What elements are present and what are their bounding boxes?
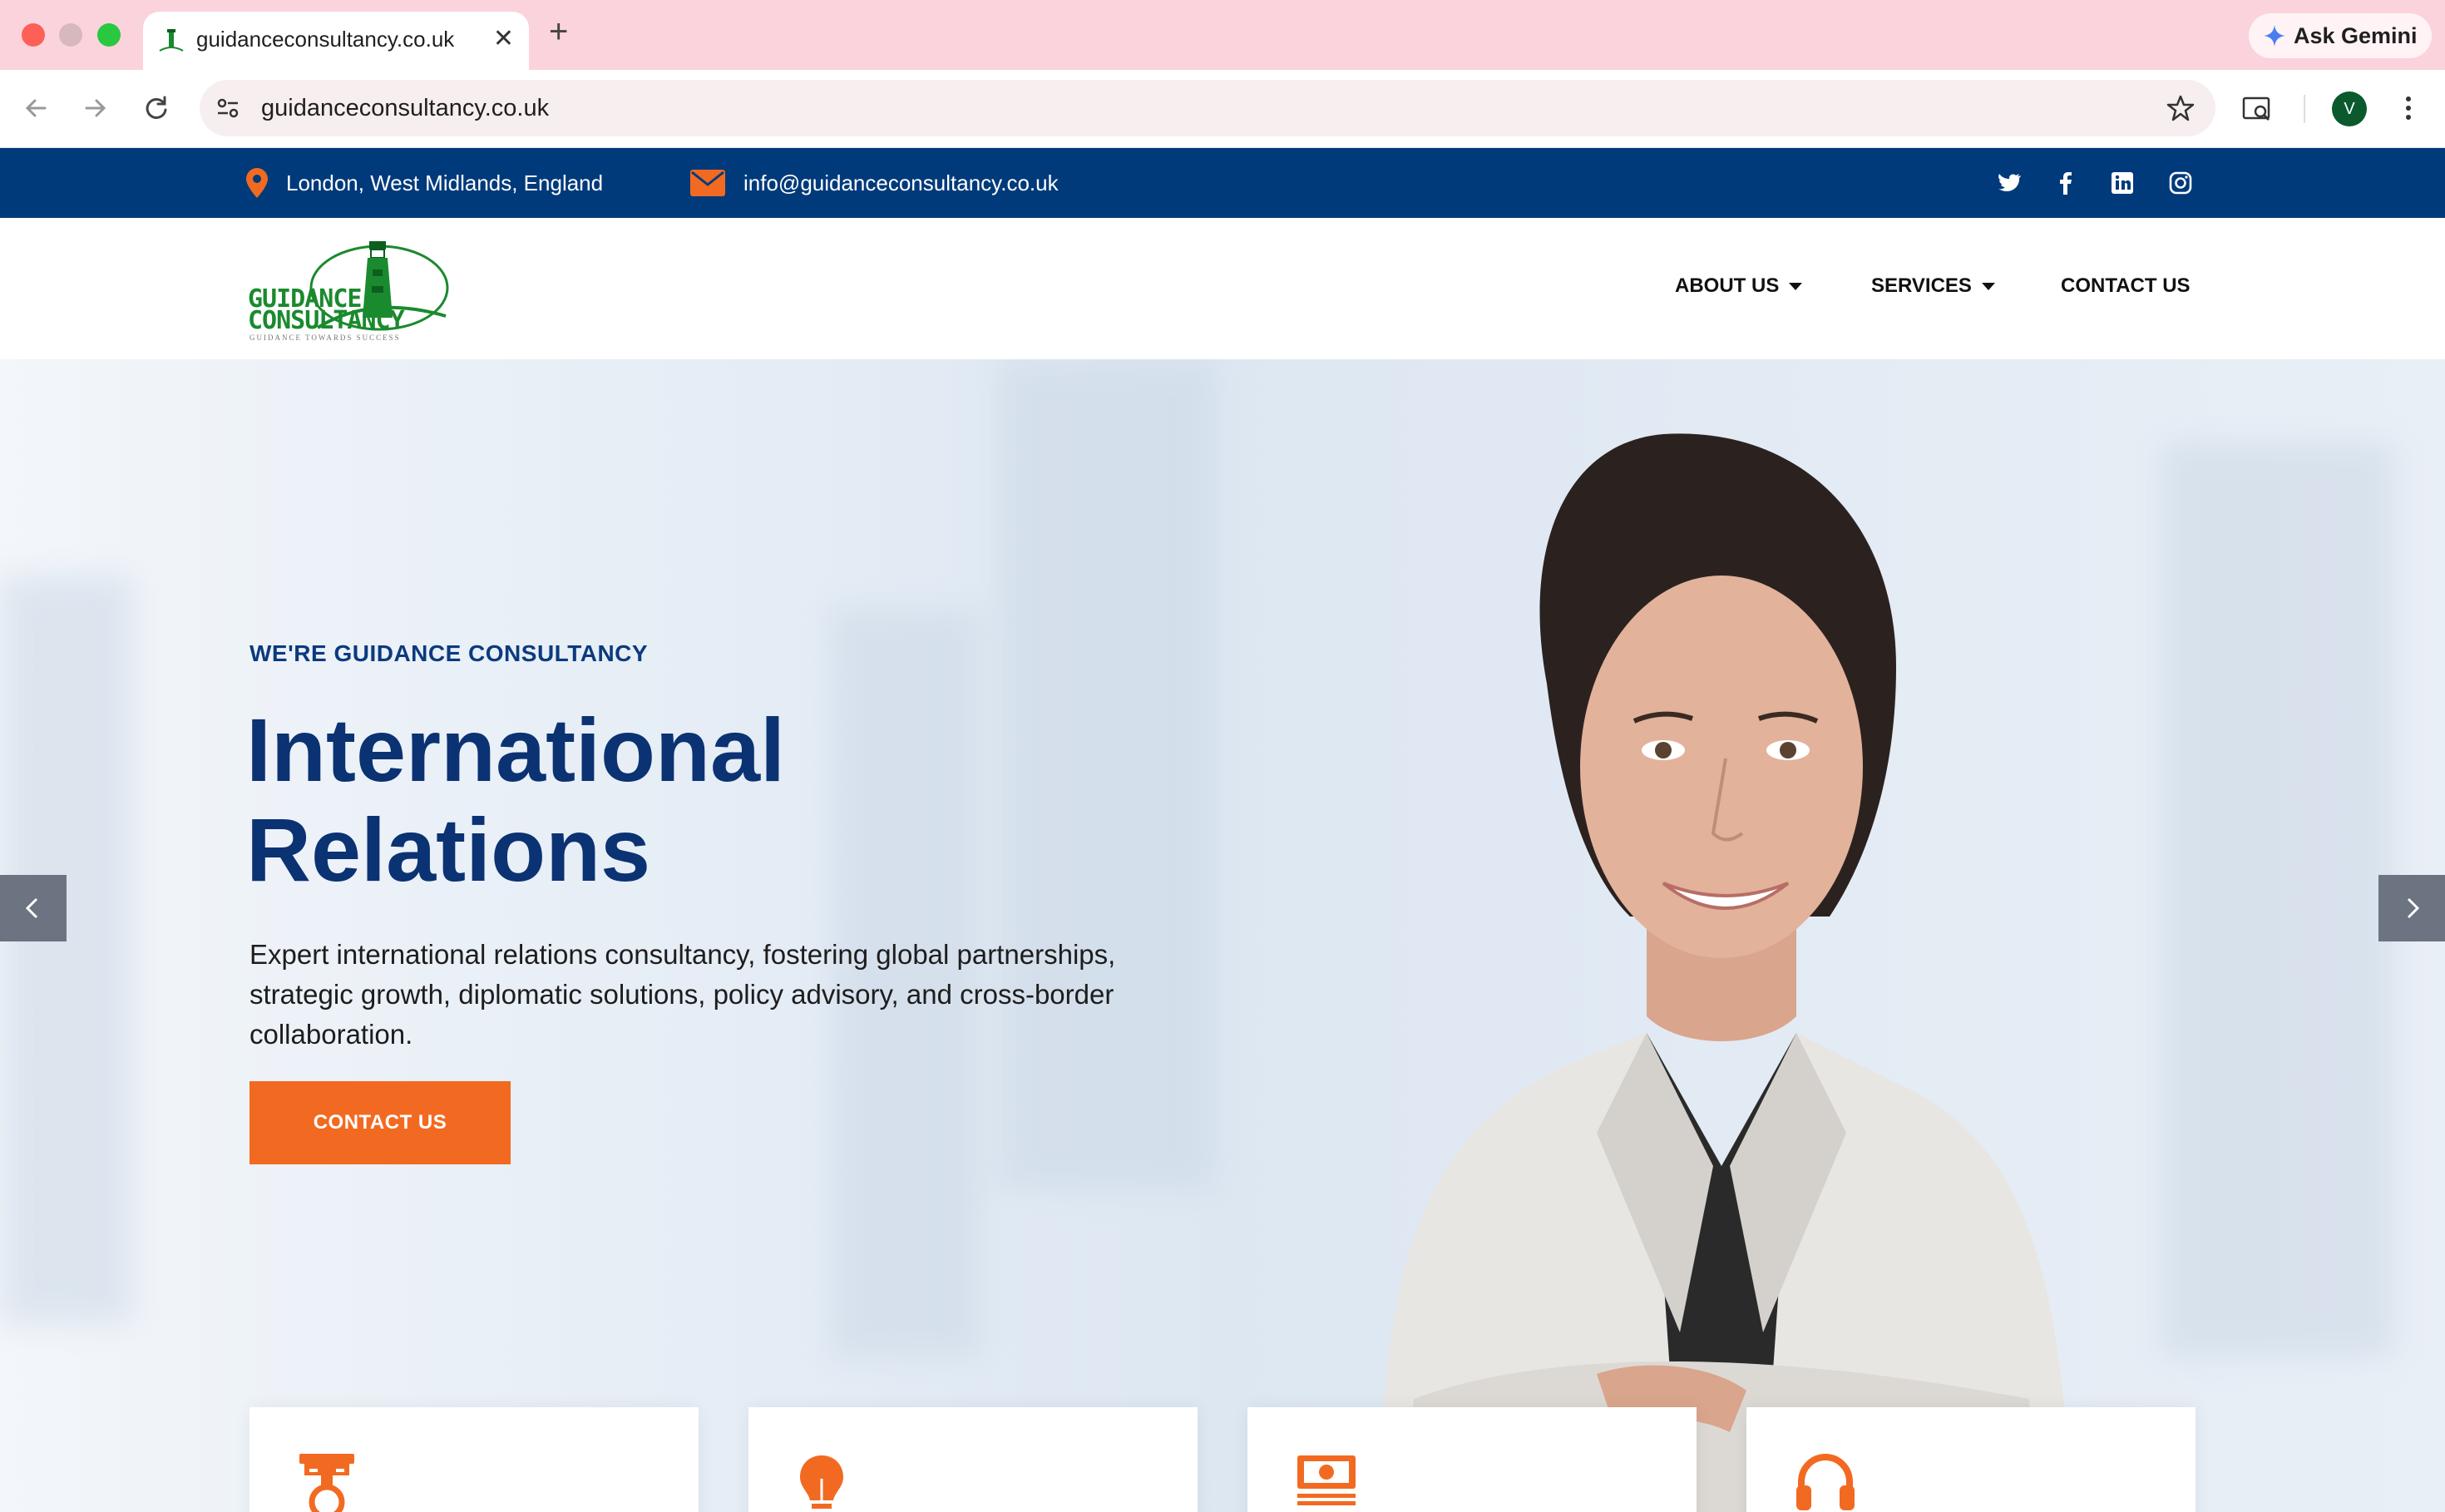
ask-gemini-label: Ask Gemini (2294, 23, 2418, 48)
slider-next-button[interactable] (2378, 875, 2445, 941)
caret-down-icon (1789, 282, 1803, 290)
site-logo[interactable]: GUIDANCE CONSULTANCY GUIDANCE TOWARDS SU… (246, 236, 454, 343)
lightbulb-icon (800, 1455, 843, 1509)
new-tab-button[interactable]: + (549, 15, 568, 48)
window-minimize-button[interactable] (59, 23, 82, 47)
background-building (0, 576, 133, 1324)
site-settings-icon[interactable] (211, 91, 244, 125)
top-info-bar: London, West Midlands, England info@guid… (0, 148, 2445, 218)
feature-card[interactable] (1746, 1407, 2196, 1512)
gemini-sparkle-icon (2264, 25, 2285, 47)
hero-title-line2: Relations (246, 799, 651, 900)
chevron-right-icon (2407, 897, 2420, 919)
feature-card[interactable] (748, 1407, 1198, 1512)
ask-gemini-button[interactable]: Ask Gemini (2249, 13, 2432, 58)
hero-description: Expert international relations consultan… (249, 939, 1116, 1050)
location-text: London, West Midlands, England (286, 170, 604, 195)
back-arrow-icon[interactable] (18, 90, 55, 126)
feature-card[interactable] (1247, 1407, 1697, 1512)
site-favicon-icon (159, 29, 184, 52)
browser-tab-active[interactable]: guidanceconsultancy.co.uk ✕ (143, 12, 529, 70)
nav-services-label: SERVICES (1871, 274, 1972, 297)
chevron-left-icon (25, 897, 38, 919)
location-info: London, West Midlands, England (246, 148, 603, 218)
browser-tabstrip: guidanceconsultancy.co.uk ✕ + Ask Gemini (0, 0, 2445, 70)
nav-services[interactable]: SERVICES (1871, 274, 1995, 298)
reload-icon[interactable] (138, 90, 175, 126)
slider-prev-button[interactable] (0, 875, 67, 941)
hero-eyebrow: WE'RE GUIDANCE CONSULTANCY (249, 640, 649, 666)
linkedin-icon[interactable] (2109, 170, 2136, 196)
forward-arrow-icon[interactable] (77, 90, 113, 126)
address-url: guidanceconsultancy.co.uk (261, 95, 550, 121)
window-maximize-button[interactable] (97, 23, 121, 47)
facebook-icon[interactable] (2052, 170, 2079, 196)
browser-toolbar: guidanceconsultancy.co.uk V (0, 70, 2445, 148)
money-icon (1297, 1455, 1356, 1505)
map-pin-icon (246, 168, 268, 198)
hero-slider: WE'RE GUIDANCE CONSULTANCY International… (0, 359, 2445, 1512)
instagram-icon[interactable] (2167, 170, 2194, 196)
window-close-button[interactable] (22, 23, 45, 47)
email-text[interactable]: info@guidanceconsultancy.co.uk (743, 170, 1059, 196)
nav-about-us-label: ABOUT US (1675, 274, 1780, 297)
nav-contact-us[interactable]: CONTACT US (2061, 274, 2191, 298)
businesswoman-photo (1381, 433, 2071, 1512)
logo-word-consultancy: CONSULTANCY (248, 306, 405, 335)
envelope-icon (690, 170, 725, 196)
email-info[interactable]: info@guidanceconsultancy.co.uk (690, 148, 1059, 218)
toolbar-divider (2304, 95, 2305, 123)
bookmark-star-icon[interactable] (2164, 91, 2197, 125)
headset-icon (1796, 1454, 1855, 1510)
medal-icon (299, 1454, 354, 1512)
nav-contact-us-label: CONTACT US (2061, 274, 2191, 297)
twitter-icon[interactable] (1996, 170, 2023, 196)
address-bar[interactable]: guidanceconsultancy.co.uk (200, 80, 2215, 136)
feature-card[interactable] (249, 1407, 699, 1512)
nav-about-us[interactable]: ABOUT US (1675, 274, 1803, 298)
hero-contact-us-button[interactable]: CONTACT US (249, 1081, 511, 1164)
hero-title-line1: International (246, 699, 786, 800)
profile-avatar[interactable]: V (2332, 91, 2367, 126)
caret-down-icon (1981, 282, 1995, 290)
hero-title: International Relations (246, 700, 1244, 900)
tab-close-icon[interactable]: ✕ (493, 27, 514, 52)
kebab-menu-icon[interactable] (2390, 90, 2427, 126)
logo-tagline: GUIDANCE TOWARDS SUCCESS (249, 334, 401, 342)
tab-title: guidanceconsultancy.co.uk (196, 27, 455, 52)
site-header: GUIDANCE CONSULTANCY GUIDANCE TOWARDS SU… (0, 218, 2445, 359)
lens-search-icon[interactable] (2239, 90, 2275, 126)
